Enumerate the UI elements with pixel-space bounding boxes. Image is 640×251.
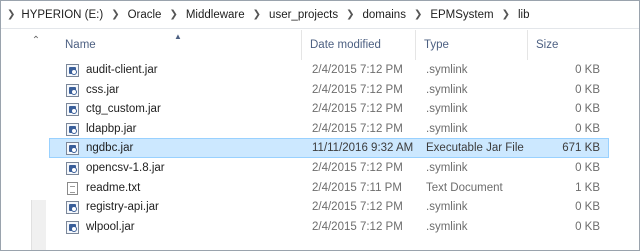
jar-file-icon bbox=[66, 142, 79, 156]
file-row[interactable]: ldapbp.jar 2/4/2015 7:12 PM .symlink 0 KB bbox=[49, 119, 609, 139]
file-name: ctg_custom.jar bbox=[86, 103, 161, 116]
breadcrumb-chevron-icon[interactable]: ❯ bbox=[5, 9, 21, 20]
file-name: css.jar bbox=[86, 83, 120, 96]
file-size: 0 KB bbox=[575, 83, 600, 96]
file-date-modified: 2/4/2015 7:12 PM bbox=[312, 201, 403, 214]
navigation-pane-edge: ⌃ bbox=[1, 30, 49, 250]
file-name: audit-client.jar bbox=[86, 64, 158, 76]
file-date-modified: 11/11/2016 9:32 AM bbox=[312, 142, 414, 155]
file-name: registry-api.jar bbox=[86, 201, 159, 214]
file-type: .symlink bbox=[426, 201, 468, 214]
file-name: opencsv-1.8.jar bbox=[86, 161, 165, 174]
breadcrumb-chevron-icon[interactable]: ❯ bbox=[161, 9, 185, 20]
jar-file-icon bbox=[66, 201, 79, 215]
breadcrumb-drive[interactable]: HYPERION (E:) bbox=[21, 9, 103, 21]
file-date-modified: 2/4/2015 7:11 PM bbox=[312, 181, 402, 194]
breadcrumb-chevron-icon[interactable]: ❯ bbox=[494, 9, 518, 20]
address-bar[interactable]: ❯ HYPERION (E:) ❯ Oracle ❯ Middleware ❯ … bbox=[1, 1, 639, 29]
jar-file-icon bbox=[66, 64, 79, 77]
file-size: 0 KB bbox=[575, 103, 600, 116]
text-file-icon-glyph bbox=[67, 181, 78, 195]
file-size: 0 KB bbox=[575, 122, 600, 135]
text-file-icon bbox=[66, 181, 79, 195]
jar-file-icon-glyph bbox=[66, 64, 79, 77]
column-name[interactable]: Name bbox=[57, 30, 305, 60]
file-type: Executable Jar File bbox=[426, 142, 524, 155]
file-type: .symlink bbox=[426, 220, 468, 233]
file-row[interactable]: audit-client.jar 2/4/2015 7:12 PM .symlink… bbox=[49, 60, 609, 80]
file-explorer-window: ❯ HYPERION (E:) ❯ Oracle ❯ Middleware ❯ … bbox=[0, 0, 640, 251]
file-row[interactable]: css.jar 2/4/2015 7:12 PM .symlink 0 KB bbox=[49, 80, 609, 100]
jar-file-icon-glyph bbox=[66, 83, 79, 97]
file-type: .symlink bbox=[426, 161, 468, 174]
column-size[interactable]: Size bbox=[527, 30, 639, 60]
file-row[interactable]: registry-api.jar 2/4/2015 7:12 PM .symlink… bbox=[49, 197, 609, 217]
breadcrumb-chevron-icon[interactable]: ❯ bbox=[245, 9, 269, 20]
file-size: 0 KB bbox=[575, 201, 600, 214]
breadcrumb-chevron-icon[interactable]: ❯ bbox=[406, 9, 430, 20]
file-name: ldapbp.jar bbox=[86, 122, 137, 135]
jar-file-icon bbox=[66, 83, 79, 97]
file-row[interactable]: ngdbc.jar 11/11/2016 9:32 AM Executable Ja… bbox=[49, 138, 609, 158]
column-header: ▲ Name Date modified Type Size bbox=[49, 30, 639, 60]
jar-file-icon bbox=[66, 220, 79, 234]
file-date-modified: 2/4/2015 7:12 PM bbox=[312, 161, 403, 174]
breadcrumb-chevron-icon[interactable]: ❯ bbox=[103, 9, 127, 20]
breadcrumb-lib[interactable]: lib bbox=[518, 9, 530, 21]
file-row[interactable]: opencsv-1.8.jar 2/4/2015 7:12 PM .symlink 0… bbox=[49, 158, 609, 178]
file-date-modified: 2/4/2015 7:12 PM bbox=[312, 122, 403, 135]
jar-file-icon-glyph bbox=[66, 161, 79, 175]
jar-file-icon-glyph bbox=[66, 103, 79, 117]
jar-file-icon-glyph bbox=[66, 201, 79, 215]
breadcrumb-user-projects[interactable]: user_projects bbox=[269, 9, 338, 21]
breadcrumb-oracle[interactable]: Oracle bbox=[128, 9, 162, 21]
jar-file-icon-glyph bbox=[66, 220, 79, 234]
file-type: Text Document bbox=[426, 181, 503, 194]
breadcrumb-chevron-icon[interactable]: ❯ bbox=[338, 9, 362, 20]
jar-file-icon bbox=[66, 122, 79, 136]
file-type: .symlink bbox=[426, 122, 468, 135]
scrollbar[interactable] bbox=[31, 200, 46, 250]
column-date-modified[interactable]: Date modified bbox=[301, 30, 415, 60]
file-list: audit-client.jar 2/4/2015 7:12 PM .symlink… bbox=[49, 60, 609, 236]
breadcrumb-epmsystem[interactable]: EPMSystem bbox=[430, 9, 493, 21]
file-size: 0 KB bbox=[575, 64, 600, 76]
file-name: ngdbc.jar bbox=[86, 142, 134, 155]
column-type[interactable]: Type bbox=[415, 30, 527, 60]
jar-file-icon-glyph bbox=[66, 122, 79, 136]
jar-file-icon-glyph bbox=[66, 142, 79, 156]
file-type: .symlink bbox=[426, 64, 468, 76]
breadcrumb-middleware[interactable]: Middleware bbox=[186, 9, 245, 21]
scroll-up-icon[interactable]: ⌃ bbox=[31, 36, 41, 46]
file-type: .symlink bbox=[426, 83, 468, 96]
breadcrumb-domains[interactable]: domains bbox=[362, 9, 405, 21]
file-row[interactable]: readme.txt 2/4/2015 7:11 PM Text Document 1… bbox=[49, 178, 609, 198]
file-size: 671 KB bbox=[562, 142, 600, 155]
jar-file-icon bbox=[66, 103, 79, 117]
file-date-modified: 2/4/2015 7:12 PM bbox=[312, 83, 403, 96]
file-date-modified: 2/4/2015 7:12 PM bbox=[312, 64, 403, 76]
file-size: 1 KB bbox=[575, 181, 600, 194]
file-row[interactable]: wlpool.jar 2/4/2015 7:12 PM .symlink 0 KB bbox=[49, 217, 609, 237]
file-size: 0 KB bbox=[575, 161, 600, 174]
file-name: wlpool.jar bbox=[86, 220, 135, 233]
file-size: 0 KB bbox=[575, 220, 600, 233]
file-date-modified: 2/4/2015 7:12 PM bbox=[312, 220, 403, 233]
file-type: .symlink bbox=[426, 103, 468, 116]
file-row[interactable]: ctg_custom.jar 2/4/2015 7:12 PM .symlink 0 … bbox=[49, 99, 609, 119]
jar-file-icon bbox=[66, 161, 79, 175]
file-name: readme.txt bbox=[86, 181, 141, 194]
file-date-modified: 2/4/2015 7:12 PM bbox=[312, 103, 403, 116]
